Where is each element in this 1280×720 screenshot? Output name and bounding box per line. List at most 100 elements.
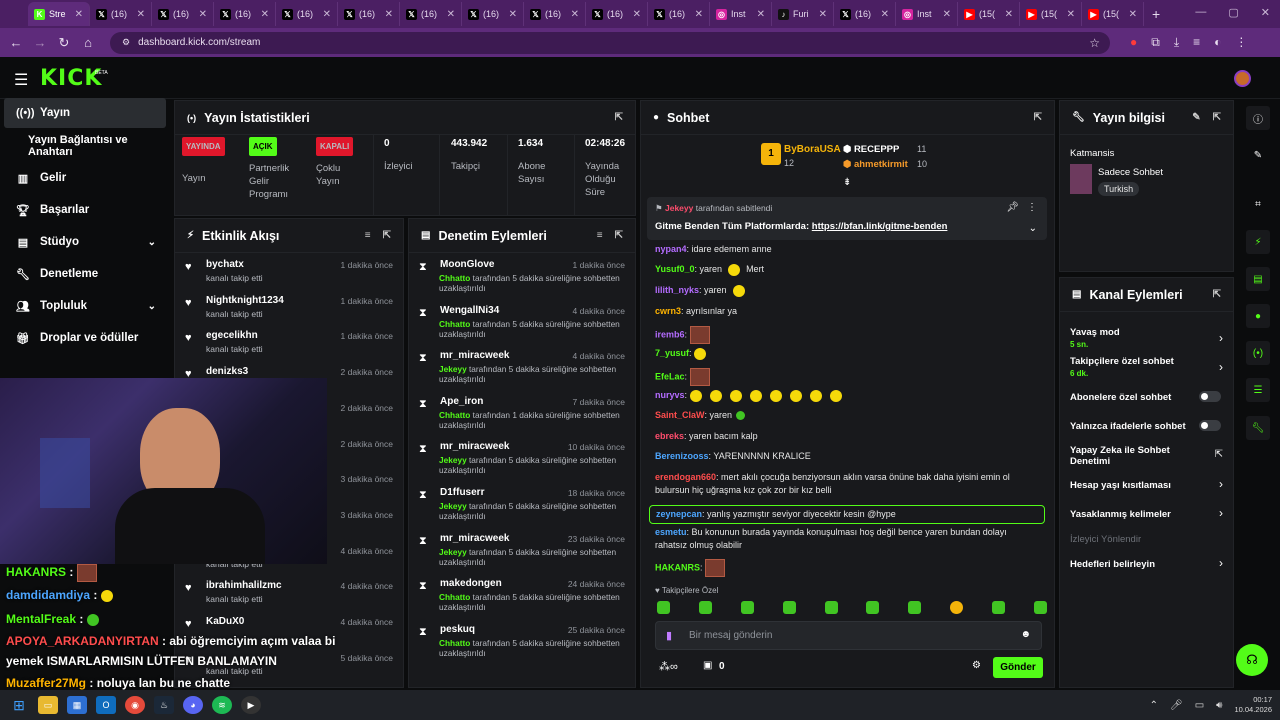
popout-icon[interactable]: ⇱ xyxy=(1034,112,1042,123)
browser-tab[interactable]: 𝕏 (16) ✕ xyxy=(648,2,710,26)
sidebar-item-studio[interactable]: ▤ Stüdyo ⌄ xyxy=(4,227,166,257)
close-tab-icon[interactable]: ✕ xyxy=(261,9,269,20)
moderation-row[interactable]: ⧗ mr_miracweek Jekeyy tarafından 5 dakika … xyxy=(409,533,635,579)
chrome-icon[interactable]: ◉ xyxy=(125,696,145,714)
browser-tab[interactable]: 𝕏 (16) ✕ xyxy=(152,2,214,26)
browser-tab[interactable]: 𝕏 (16) ✕ xyxy=(90,2,152,26)
reload-icon[interactable]: ↻ xyxy=(52,35,76,51)
emote-only-toggle[interactable] xyxy=(1199,420,1221,431)
activity-username[interactable]: egecelikhn xyxy=(206,330,258,341)
close-tab-icon[interactable]: ✕ xyxy=(943,9,951,20)
extensions-icon[interactable]: ⧉ xyxy=(1151,35,1160,50)
browser-tab[interactable]: ▶ (15(✕ xyxy=(958,2,1020,26)
chat-message[interactable]: esmetu: Bu konunun burada yayında konuşu… xyxy=(655,526,1037,552)
close-tab-icon[interactable]: ✕ xyxy=(571,9,579,20)
browser-tab[interactable]: ▶ (15(✕ xyxy=(1082,2,1144,26)
tray-expand-icon[interactable]: ⌃ xyxy=(1150,700,1158,711)
browser-tab[interactable]: ▶ (15(✕ xyxy=(1020,2,1082,26)
chat-message[interactable]: HAKANRS: xyxy=(655,559,1037,577)
minimize-icon[interactable]: — xyxy=(1195,6,1206,19)
extension-red-icon[interactable]: ● xyxy=(1130,35,1137,50)
close-tab-icon[interactable]: ✕ xyxy=(199,9,207,20)
subs-only-toggle[interactable] xyxy=(1199,391,1221,402)
quick-emote[interactable] xyxy=(698,601,712,614)
edit-icon[interactable]: ✎ xyxy=(1246,143,1270,167)
chat-username[interactable]: ebreks xyxy=(655,431,684,441)
network-icon[interactable]: ▭ xyxy=(1195,700,1204,711)
chat-username[interactable]: nypan4 xyxy=(655,244,687,254)
slow-mode-row[interactable]: Yavaş mod 5 sn. xyxy=(1070,327,1226,349)
close-tab-icon[interactable]: ✕ xyxy=(137,9,145,20)
chevron-right-icon[interactable]: › xyxy=(1219,477,1223,491)
pinned-link[interactable]: https://bfan.link/gitme-benden xyxy=(812,221,948,232)
moderation-row[interactable]: ⧗ makedongen Chhatto tarafından 5 dakika s… xyxy=(409,578,635,624)
outlook-icon[interactable]: O xyxy=(96,696,116,714)
broadcast-icon[interactable]: (•) xyxy=(1246,341,1270,365)
user-avatar[interactable] xyxy=(1234,70,1251,87)
site-info-icon[interactable]: ⚙ xyxy=(122,37,130,48)
sidebar-item-moderation[interactable]: 🔧︎ Denetleme xyxy=(4,259,166,289)
forward-icon[interactable]: → xyxy=(28,35,52,50)
expand-leaderboard-icon[interactable]: ⇟ xyxy=(843,177,851,188)
close-tab-icon[interactable]: ✕ xyxy=(385,9,393,20)
moderated-username[interactable]: mr_miracweek xyxy=(440,350,510,361)
quick-emote[interactable] xyxy=(992,601,1005,614)
chat-message[interactable]: Saint_ClaW: yaren xyxy=(655,409,1037,422)
chat-username[interactable]: erendogan660 xyxy=(655,472,716,482)
moderation-row[interactable]: ⧗ peskuq Chhatto tarafından 5 dakika sürel… xyxy=(409,624,635,670)
chat-username[interactable]: Yusuf0_0 xyxy=(655,264,695,274)
chat-username[interactable]: zeynepcan xyxy=(656,509,702,519)
profile-avatar[interactable]: ◐ xyxy=(1214,35,1221,50)
quick-emote[interactable] xyxy=(740,601,754,614)
quick-emote[interactable] xyxy=(657,601,670,614)
chat-message[interactable]: EfeLac: xyxy=(655,368,1037,386)
chat-message[interactable]: 7_yusuf: xyxy=(655,347,1037,360)
moderation-row[interactable]: ⧗ mr_miracweek Jekeyy tarafından 5 dakika … xyxy=(409,350,635,396)
popout-icon[interactable]: ⇱ xyxy=(615,230,623,241)
quick-emote[interactable] xyxy=(782,601,796,614)
moderation-row[interactable]: ⧗ Ape_iron Chhatto tarafından 1 dakika sür… xyxy=(409,396,635,442)
close-tab-icon[interactable]: ✕ xyxy=(633,9,641,20)
url-field[interactable]: ⚙ dashboard.kick.com/stream ☆ xyxy=(110,31,1110,54)
chat-message[interactable]: cwrn3: ayrılsınlar ya xyxy=(655,305,1037,318)
store-icon[interactable]: ▦ xyxy=(67,696,87,714)
chevron-right-icon[interactable]: › xyxy=(1219,331,1223,345)
popout-icon[interactable]: ⇱ xyxy=(1213,289,1221,300)
close-window-icon[interactable]: ✕ xyxy=(1261,6,1270,19)
close-tab-icon[interactable]: ✕ xyxy=(1129,9,1137,20)
discord-icon[interactable]: ◕ xyxy=(183,696,203,714)
filter-icon[interactable]: ≡ xyxy=(597,230,603,241)
browser-tab[interactable]: 𝕏 (16) ✕ xyxy=(834,2,896,26)
external-link-icon[interactable]: ⇱ xyxy=(1215,449,1223,460)
close-tab-icon[interactable]: ✕ xyxy=(819,9,827,20)
activity-username[interactable]: bychatx xyxy=(206,259,244,270)
chat-message[interactable]: lilith_nyks: yaren xyxy=(655,284,1037,297)
windows-start-icon[interactable]: ⊞ xyxy=(9,696,29,714)
support-headset-icon[interactable]: ☊ xyxy=(1236,644,1268,676)
chat-username[interactable]: Saint_ClaW xyxy=(655,410,705,420)
spotify-icon[interactable]: ≋ xyxy=(212,696,232,714)
media-icon[interactable]: ≡ xyxy=(1193,35,1200,50)
steam-icon[interactable]: ♨ xyxy=(154,696,174,714)
followers-only-row[interactable]: Takipçilere özel sohbet 6 dk. xyxy=(1070,356,1226,378)
more-options-icon[interactable]: ⋮ xyxy=(1027,202,1037,213)
chat-username[interactable]: esmetu xyxy=(655,527,687,537)
activity-row[interactable]: ♥ bychatx kanalı takip etti 1 dakika önce xyxy=(175,259,403,295)
moderated-username[interactable]: WengallNi34 xyxy=(440,305,499,316)
quick-emote[interactable] xyxy=(950,601,964,614)
popout-icon[interactable]: ⇱ xyxy=(615,112,623,123)
chat-message[interactable]: iremb6: xyxy=(655,326,1037,344)
chat-username[interactable]: iremb6 xyxy=(655,329,685,339)
menu-icon[interactable]: ⋮ xyxy=(1235,35,1247,50)
moderated-username[interactable]: D1ffuserr xyxy=(440,487,484,498)
clock[interactable]: 00:17 10.04.2026 xyxy=(1234,695,1272,715)
bookmark-star-icon[interactable]: ☆ xyxy=(1089,36,1100,50)
close-tab-icon[interactable]: ✕ xyxy=(881,9,889,20)
browser-tab[interactable]: 𝕏 (16) ✕ xyxy=(400,2,462,26)
moderation-row[interactable]: ⧗ MoonGlove Chhatto tarafından 5 dakika sü… xyxy=(409,259,635,305)
chat-message[interactable]: Berenizooss: YARENNNNN KRALICE xyxy=(655,450,1037,463)
chat-message[interactable]: Yusuf0_0: yaren Mert xyxy=(655,263,1037,276)
edit-icon[interactable]: ✎ xyxy=(1192,112,1200,123)
maximize-icon[interactable]: ▢ xyxy=(1228,6,1238,19)
chat-message[interactable]: nypan4: idare edemem anne xyxy=(655,243,1037,256)
